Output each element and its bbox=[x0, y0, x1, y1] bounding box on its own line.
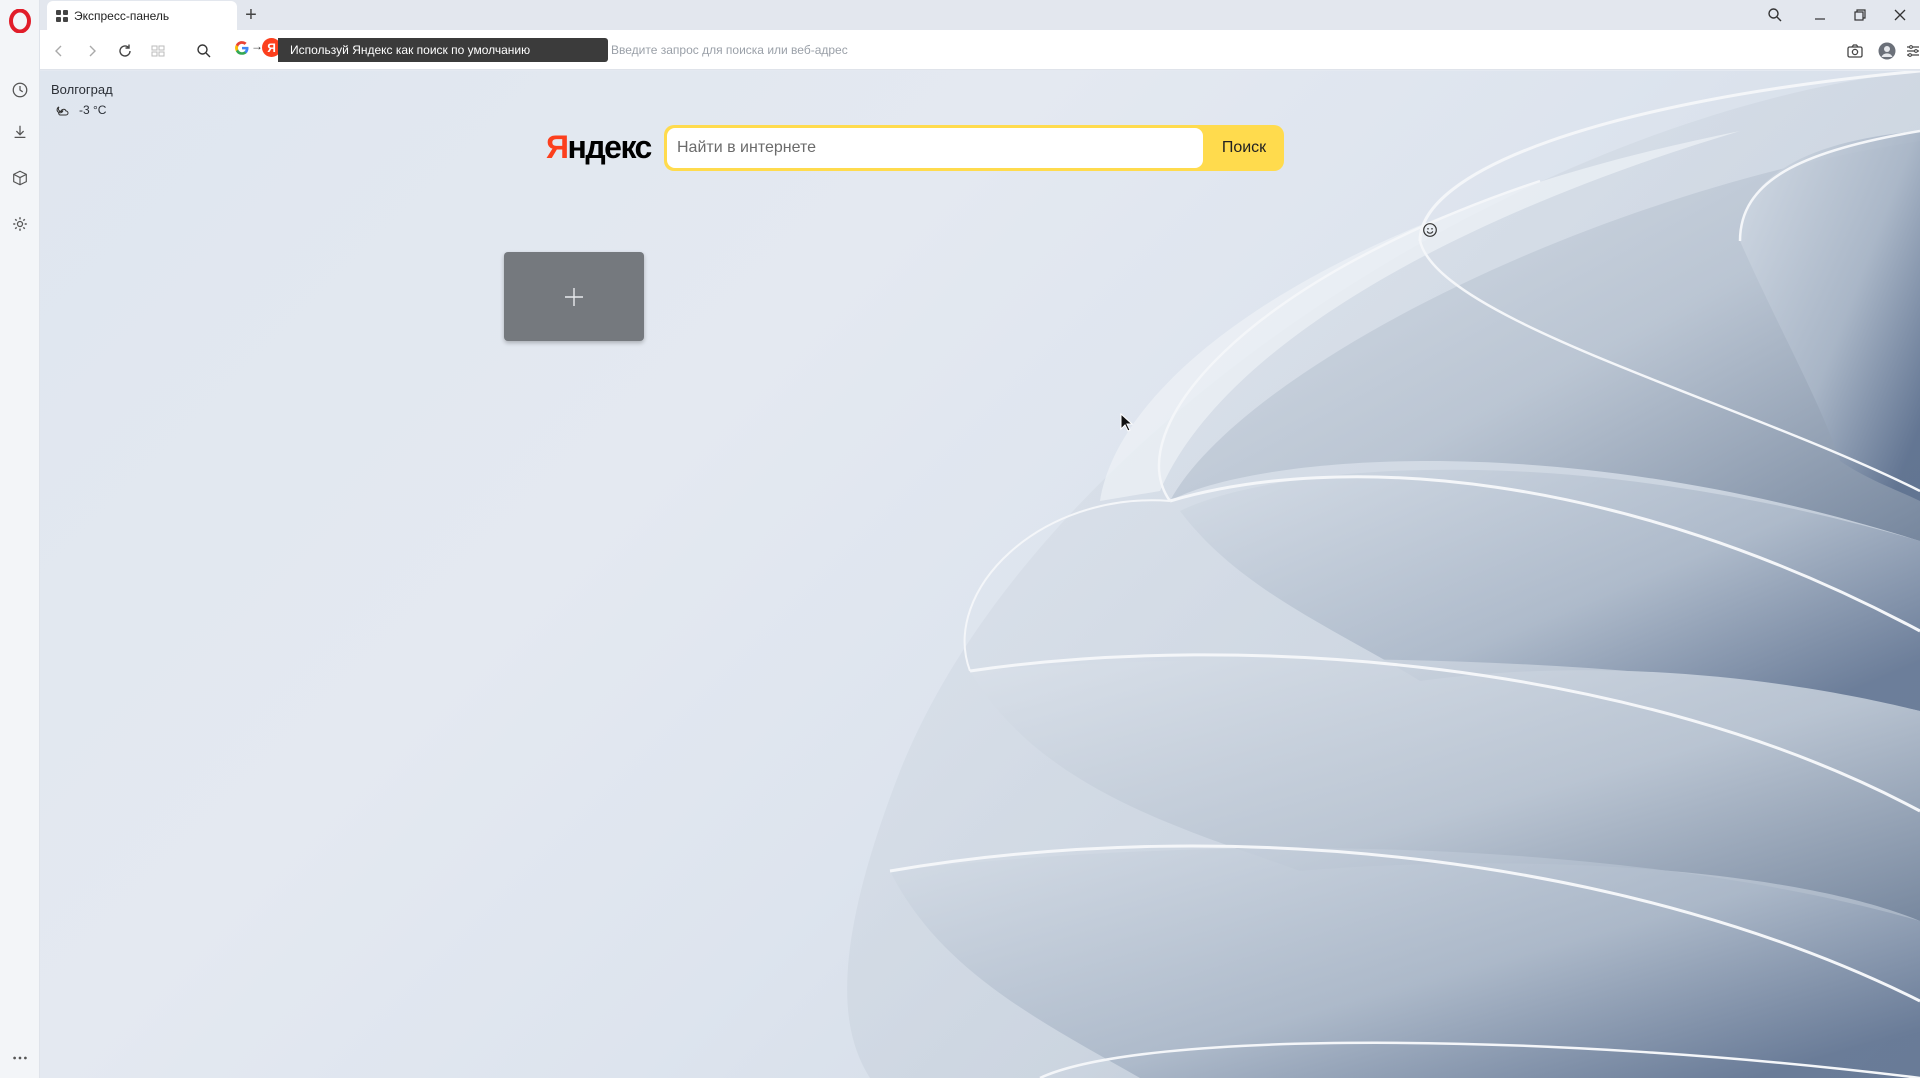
minimize-icon[interactable] bbox=[1800, 0, 1840, 30]
tab-title: Экспресс-панель bbox=[74, 8, 170, 23]
speed-dial-grid-icon bbox=[56, 9, 68, 22]
search-tabs-icon[interactable] bbox=[1755, 0, 1795, 30]
weather-temperature: -3 °C bbox=[79, 103, 107, 117]
history-icon[interactable] bbox=[8, 78, 32, 102]
tab-strip: Экспресс-панель + bbox=[40, 0, 1920, 30]
profile-avatar-icon[interactable] bbox=[1876, 40, 1898, 62]
snapshot-camera-icon[interactable] bbox=[1844, 40, 1866, 62]
forward-arrow-icon[interactable] bbox=[81, 40, 103, 62]
easy-setup-menu-icon[interactable] bbox=[1902, 40, 1920, 62]
settings-gear-icon[interactable] bbox=[8, 212, 32, 236]
speed-dial-page: Волгоград -3 °C Яндекс Поиск bbox=[40, 71, 1920, 1078]
reload-icon[interactable] bbox=[114, 40, 136, 62]
extensions-cube-icon[interactable] bbox=[8, 166, 32, 190]
address-bar: → Я Используй Яндекс как поиск по умолча… bbox=[40, 30, 1920, 70]
more-dots-icon[interactable] bbox=[8, 1046, 32, 1070]
yandex-search-input[interactable] bbox=[667, 128, 1203, 168]
cloud-moon-icon bbox=[56, 106, 69, 116]
address-input[interactable] bbox=[611, 38, 1811, 62]
speed-dial-grid-icon[interactable] bbox=[147, 40, 169, 62]
wallpaper-bloom-image bbox=[847, 71, 1920, 1078]
mouse-pointer-icon bbox=[1120, 413, 1134, 432]
new-tab-button[interactable]: + bbox=[240, 4, 262, 26]
yandex-search-button[interactable]: Поиск bbox=[1204, 125, 1284, 171]
sidebar bbox=[0, 0, 40, 1078]
tab-speed-dial[interactable]: Экспресс-панель bbox=[47, 1, 237, 30]
plus-icon bbox=[565, 287, 583, 306]
opera-logo-icon[interactable] bbox=[8, 8, 32, 34]
close-icon[interactable] bbox=[1880, 0, 1920, 30]
yandex-default-search-promo[interactable]: Используй Яндекс как поиск по умолчанию bbox=[278, 38, 608, 62]
yandex-logo[interactable]: Яндекс bbox=[546, 129, 653, 166]
downloads-icon[interactable] bbox=[8, 120, 32, 144]
google-icon bbox=[235, 41, 249, 55]
restore-icon[interactable] bbox=[1840, 0, 1880, 30]
add-speed-dial-button[interactable] bbox=[504, 252, 644, 341]
yandex-logo-first-letter: Я bbox=[546, 129, 569, 165]
emoji-smile-icon[interactable] bbox=[1422, 222, 1438, 238]
back-arrow-icon[interactable] bbox=[48, 40, 70, 62]
search-icon[interactable] bbox=[193, 40, 215, 62]
weather-city: Волгоград bbox=[51, 82, 113, 97]
weather-widget[interactable]: Волгоград -3 °C bbox=[51, 82, 113, 117]
yandex-logo-rest: ндекс bbox=[567, 129, 653, 165]
yandex-search-box: Поиск bbox=[664, 125, 1284, 171]
